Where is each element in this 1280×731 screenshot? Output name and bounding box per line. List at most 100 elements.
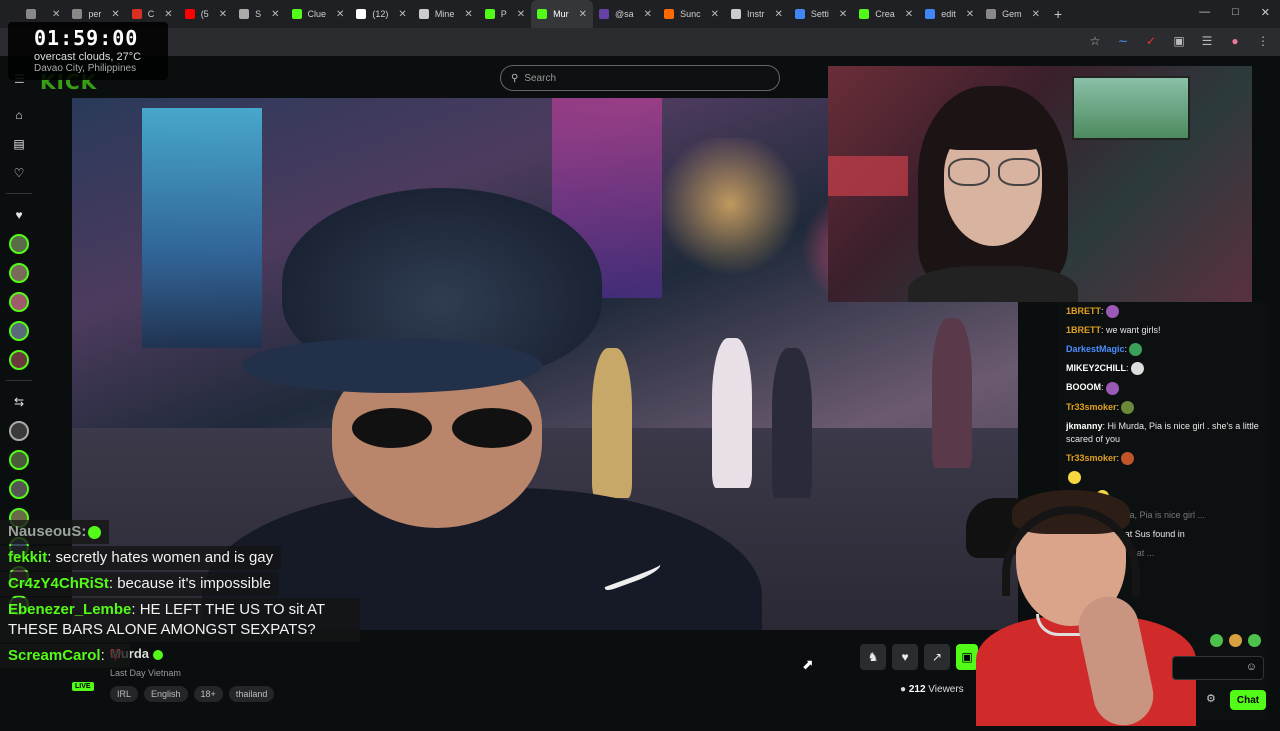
- sidebar-channel[interactable]: [0, 474, 38, 503]
- tab-close-icon[interactable]: ✕: [219, 9, 227, 20]
- browser-tab[interactable]: @sa ✕: [593, 0, 658, 28]
- overlay-chat: NauseouS: fekkit: secretly hates women an…: [0, 520, 370, 670]
- tab-close-icon[interactable]: ✕: [517, 9, 525, 20]
- guest-body: [908, 266, 1078, 302]
- sidebar-home[interactable]: ⌂: [0, 100, 38, 129]
- chat-text: :: [1101, 306, 1104, 316]
- browser-tab[interactable]: (5 ✕: [179, 0, 233, 28]
- tab-favicon-icon: [664, 9, 675, 19]
- browser-tab[interactable]: Instr ✕: [725, 0, 789, 28]
- emoji-icon[interactable]: ☺: [1246, 661, 1257, 673]
- sidebar-channel[interactable]: [0, 416, 38, 445]
- follow-button[interactable]: ♥: [892, 644, 918, 670]
- emote-icon[interactable]: [1210, 634, 1223, 647]
- tab-label: Mur: [553, 9, 569, 19]
- chat-username[interactable]: DarkestMagic: [1066, 344, 1125, 354]
- tab-close-icon[interactable]: ✕: [164, 9, 172, 20]
- close-window-icon[interactable]: ✕: [1261, 6, 1270, 19]
- sidebar-channel[interactable]: [0, 258, 38, 287]
- chat-input[interactable]: ☺: [1172, 656, 1264, 680]
- profile-avatar[interactable]: ●: [1228, 34, 1242, 48]
- avatar: [9, 262, 29, 283]
- media-icon[interactable]: ☰: [1200, 34, 1214, 48]
- extension-icon[interactable]: ∼: [1116, 34, 1130, 48]
- tab-close-icon[interactable]: ✕: [579, 9, 587, 20]
- emote-icon[interactable]: [1229, 634, 1242, 647]
- browser-tab[interactable]: S ✕: [233, 0, 285, 28]
- tab-label: Setti: [810, 9, 829, 19]
- tab-label: Crea: [875, 9, 895, 19]
- browser-tab[interactable]: Mine ✕: [413, 0, 479, 28]
- emote-icon[interactable]: [1248, 634, 1261, 647]
- share-icon: ↗: [931, 650, 943, 664]
- emote-icon: [88, 525, 102, 539]
- browser-tab[interactable]: Sunc ✕: [658, 0, 725, 28]
- sidebar-channel[interactable]: [0, 445, 38, 474]
- tab-close-icon[interactable]: ✕: [905, 9, 913, 20]
- chat-username[interactable]: BOOOM: [1066, 382, 1101, 392]
- tab-close-icon[interactable]: ✕: [52, 9, 60, 20]
- overlay-chat-username: Ebenezer_Lembe: [8, 601, 132, 618]
- sidebar-following[interactable]: ♡: [0, 158, 38, 187]
- chat-username[interactable]: MIKEY2CHILL: [1066, 363, 1126, 373]
- browser-tab[interactable]: P ✕: [479, 0, 531, 28]
- stream-tag[interactable]: thailand: [228, 686, 275, 702]
- tab-label: Clue: [307, 9, 327, 19]
- minimize-icon[interactable]: —: [1199, 6, 1210, 19]
- extension-icon[interactable]: ✓: [1144, 34, 1158, 48]
- stream-tag[interactable]: English: [144, 686, 188, 702]
- browser-tab[interactable]: Gem ✕: [980, 0, 1046, 28]
- tab-close-icon[interactable]: ✕: [271, 9, 279, 20]
- sidebar-channel[interactable]: [0, 345, 38, 374]
- tab-close-icon[interactable]: ✕: [111, 9, 119, 20]
- browser-tab[interactable]: Mur ✕: [531, 0, 594, 28]
- browser-tab[interactable]: Crea ✕: [853, 0, 919, 28]
- search-bar[interactable]: ⚲: [500, 65, 780, 91]
- tab-close-icon[interactable]: ✕: [966, 9, 974, 20]
- browser-tab[interactable]: Setti ✕: [789, 0, 853, 28]
- tab-label: S: [255, 9, 262, 19]
- sidebar-channel[interactable]: [0, 287, 38, 316]
- more-menu-icon[interactable]: ⋮: [1256, 34, 1270, 48]
- stream-tag[interactable]: IRL: [110, 686, 139, 702]
- tab-close-icon[interactable]: ✕: [839, 9, 847, 20]
- sidebar-browse[interactable]: ▤: [0, 129, 38, 158]
- neon-sign: [828, 156, 908, 196]
- chat-username[interactable]: 1BRETT: [1066, 325, 1101, 335]
- sidebar-recommended[interactable]: ⇆: [0, 387, 38, 416]
- browser-tab[interactable]: Clue ✕: [286, 0, 351, 28]
- new-tab-icon[interactable]: +: [1054, 6, 1062, 22]
- browser-tab[interactable]: (12) ✕: [350, 0, 412, 28]
- tab-close-icon[interactable]: ✕: [774, 9, 782, 20]
- notification-bell-button[interactable]: ♞: [860, 644, 886, 670]
- tab-label: per: [88, 9, 102, 19]
- clock-overlay: 01:59:00 overcast clouds, 27°C Davao Cit…: [8, 22, 168, 80]
- browser-tab[interactable]: edit ✕: [919, 0, 980, 28]
- chat-text: :: [1124, 344, 1128, 355]
- sidebar-favorites[interactable]: ♥: [0, 200, 38, 229]
- avatar: [9, 420, 29, 441]
- sidebar-channel[interactable]: [0, 229, 38, 258]
- search-input[interactable]: [524, 72, 765, 84]
- tab-close-icon[interactable]: ✕: [644, 9, 652, 20]
- tab-label: (12): [372, 9, 389, 19]
- chat-username[interactable]: Tr33smoker: [1066, 402, 1117, 412]
- tab-close-icon[interactable]: ✕: [398, 9, 406, 20]
- tab-close-icon[interactable]: ✕: [1032, 9, 1040, 20]
- chat-send-button[interactable]: Chat: [1230, 690, 1266, 710]
- gear-icon[interactable]: ⚙: [1206, 692, 1216, 705]
- chat-username[interactable]: Tr33smoker: [1066, 453, 1117, 463]
- chat-message: 1BRETT: we want girls!: [1058, 321, 1268, 340]
- tab-close-icon[interactable]: ✕: [336, 9, 344, 20]
- stream-tag[interactable]: 18+: [193, 686, 223, 702]
- chat-username[interactable]: 1BRETT: [1066, 306, 1101, 316]
- maximize-icon[interactable]: □: [1232, 6, 1239, 19]
- chat-username[interactable]: jkmanny: [1066, 421, 1103, 431]
- tab-close-icon[interactable]: ✕: [464, 9, 472, 20]
- sidebar-channel[interactable]: [0, 316, 38, 345]
- share-button[interactable]: ↗: [924, 644, 950, 670]
- overlay-chat-line: Cr4zY4ChRiSt: because it's impossible: [0, 572, 279, 596]
- puzzle-icon[interactable]: ▣: [1172, 34, 1186, 48]
- bookmark-star-icon[interactable]: ☆: [1088, 34, 1102, 48]
- tab-close-icon[interactable]: ✕: [711, 9, 719, 20]
